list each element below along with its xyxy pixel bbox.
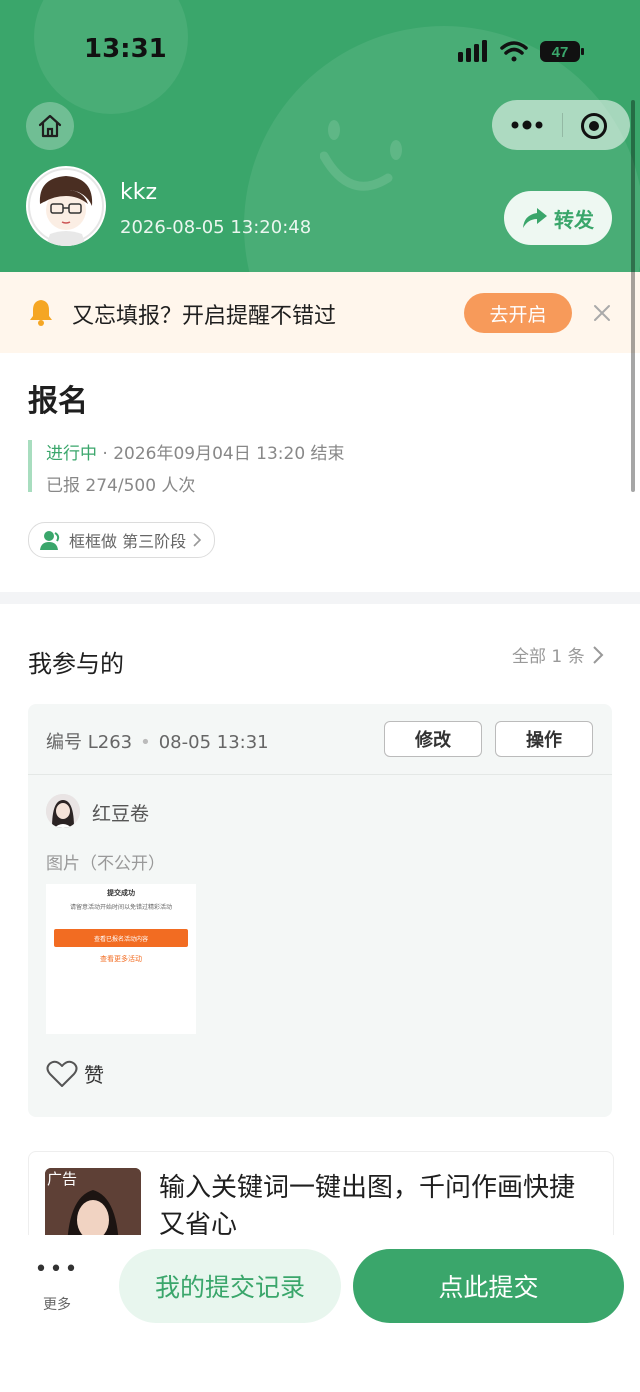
- like-button[interactable]: 赞: [46, 1059, 104, 1088]
- submission-card[interactable]: 编号 L263 • 08-05 13:31 修改 操作 红豆卷 图片（不公开） 提交…: [28, 704, 612, 1117]
- thumb-primary-button: 查看已报名活动内容: [54, 929, 188, 947]
- home-button[interactable]: [26, 102, 74, 150]
- ad-tag: 广告: [47, 1170, 78, 1188]
- target-icon[interactable]: [580, 112, 608, 140]
- avatar-image: [28, 168, 104, 246]
- submit-button[interactable]: 点此提交: [353, 1249, 624, 1323]
- bell-icon: [30, 300, 52, 326]
- chevron-right-icon: [592, 645, 604, 664]
- share-button[interactable]: 转发: [504, 191, 612, 245]
- thumb-subtitle: 请留意活动开始时间以免错过精彩活动: [69, 904, 172, 911]
- wifi-icon: [500, 41, 528, 62]
- reminder-text: 又忘填报？开启提醒不错过: [72, 304, 337, 329]
- action-button[interactable]: 操作: [495, 721, 593, 757]
- page-title: 报名: [28, 384, 88, 419]
- activity-status-line: 进行中 · 2026年09月04日 13:20 结束: [46, 439, 345, 464]
- header: 13:31 47 kkz 2026-08-05 13:20:48 转发: [0, 0, 640, 272]
- publish-timestamp: 2026-08-05 13:20:48: [120, 217, 312, 238]
- meta-separator: •: [140, 732, 151, 753]
- like-label: 赞: [84, 1063, 104, 1087]
- submission-id: 编号 L263: [46, 732, 133, 753]
- registration-count: 已报 274/500 人次: [46, 476, 196, 496]
- signal-icon: [458, 40, 487, 62]
- submitter-avatar-image: [46, 794, 80, 828]
- submitter-avatar: [46, 794, 80, 828]
- close-icon[interactable]: [590, 301, 614, 325]
- submission-time: 08-05 13:31: [158, 732, 269, 753]
- status-accent-bar: [28, 440, 32, 492]
- more-button[interactable]: ••• 更多: [32, 1257, 82, 1314]
- end-time-text: · 2026年09月04日 13:20 结束: [97, 444, 345, 464]
- section-divider: [0, 592, 640, 604]
- view-all-link[interactable]: 全部 1 条: [512, 642, 605, 667]
- scrollbar[interactable]: [631, 100, 635, 492]
- thumb-secondary-link: 查看更多活动: [100, 955, 142, 963]
- my-submissions-button[interactable]: 我的提交记录: [119, 1249, 341, 1323]
- card-divider: [28, 774, 612, 775]
- submission-meta: 编号 L263 • 08-05 13:31: [46, 728, 269, 754]
- submitter-name: 红豆卷: [92, 803, 150, 825]
- stage-tag[interactable]: 框框做 第三阶段: [28, 522, 216, 558]
- view-all-label: 全部 1 条: [512, 647, 585, 667]
- enable-reminder-button[interactable]: 去开启: [464, 293, 572, 333]
- ad-text: 输入关键词一键出图，千问作画快捷又省心: [159, 1173, 576, 1240]
- battery-icon: 47: [540, 41, 584, 62]
- smile-decoration-icon: [320, 120, 402, 191]
- image-thumbnail[interactable]: 提交成功 请留意活动开始时间以免错过精彩活动 查看已报名活动内容 查看更多活动: [46, 884, 196, 1034]
- chevron-right-icon: [193, 533, 202, 547]
- battery-level: 47: [552, 44, 569, 61]
- home-icon: [38, 114, 62, 138]
- status-badge: 进行中: [46, 444, 97, 464]
- more-dots-icon[interactable]: [510, 115, 544, 135]
- more-label: 更多: [43, 1297, 71, 1313]
- share-label: 转发: [554, 207, 594, 232]
- heart-icon: [46, 1060, 78, 1087]
- more-dots-icon: •••: [34, 1257, 80, 1282]
- mini-program-capsule: [492, 100, 630, 150]
- stage-tag-label: 框框做 第三阶段: [69, 532, 187, 551]
- status-icons: 47: [458, 40, 584, 62]
- section-title: 我参与的: [28, 650, 124, 678]
- avatar[interactable]: [26, 166, 106, 246]
- status-time: 13:31: [84, 34, 167, 64]
- capsule-divider: [562, 113, 563, 137]
- image-field-label: 图片（不公开）: [46, 854, 165, 874]
- user-name: kkz: [120, 180, 158, 205]
- thumb-title: 提交成功: [107, 889, 135, 897]
- user-icon: [40, 531, 60, 550]
- share-icon: [523, 208, 547, 228]
- bottom-action-bar: ••• 更多 我的提交记录 点此提交: [0, 1235, 640, 1392]
- edit-button[interactable]: 修改: [384, 721, 482, 757]
